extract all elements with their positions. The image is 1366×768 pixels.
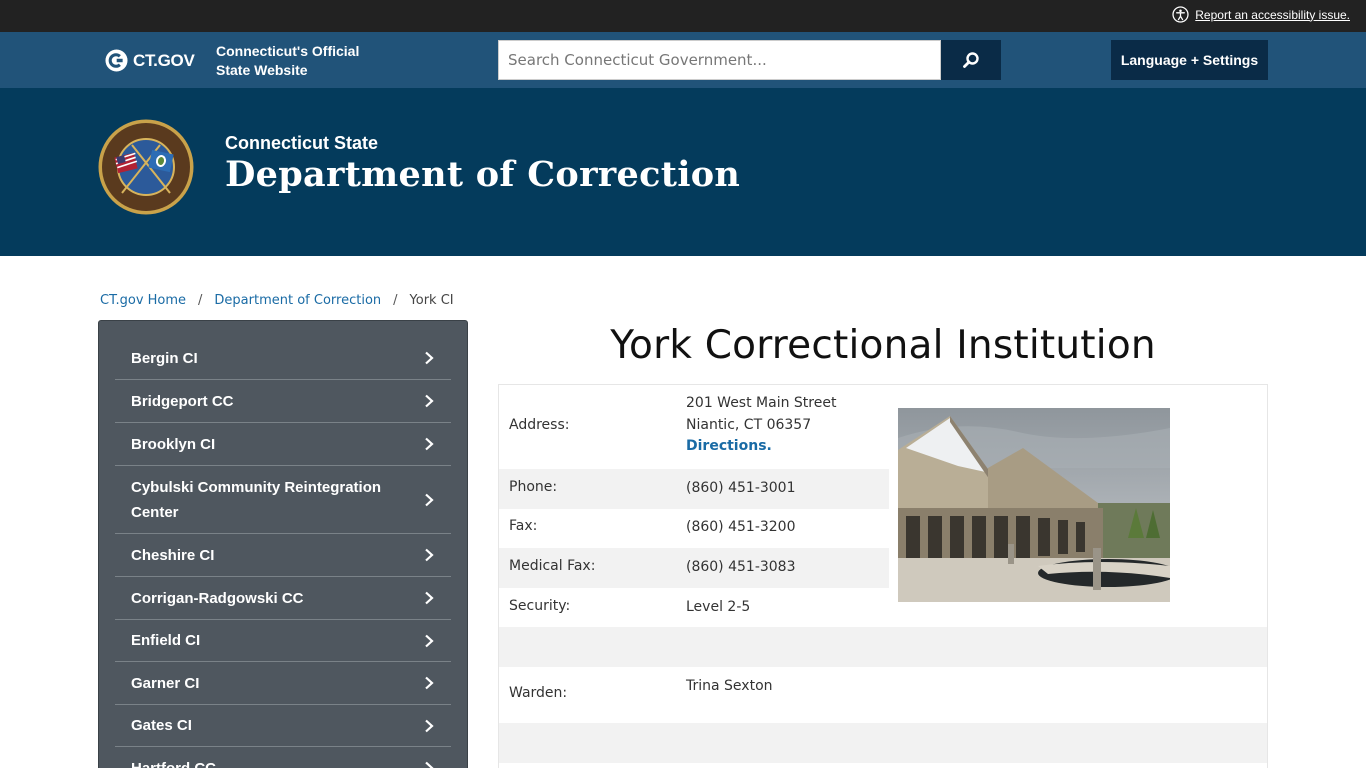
chevron-right-icon [425,719,434,732]
breadcrumb-separator: / [198,293,203,308]
facility-photo [898,408,1170,602]
tagline-line2: State Website [216,62,308,78]
search-icon [963,52,979,68]
address-row: Address: 201 West Main Street Niantic, C… [499,385,889,469]
warden-label: Warden: [509,685,568,701]
site-header: CT.GOV Connecticut's Official State Webs… [0,32,1366,88]
spacer-row [499,627,1267,667]
medical-fax-value: (860) 451-3083 [686,559,796,575]
chevron-right-icon [425,676,434,690]
sidebar-item-label: Cybulski Community Reintegration Center [131,478,382,521]
facility-sidebar-nav: Bergin CI Bridgeport CC Brooklyn CI Cybu… [98,320,468,768]
chevron-right-icon [425,548,434,562]
warden-row: Warden: Trina Sexton [499,667,889,723]
accessibility-icon [1172,6,1189,23]
breadcrumb-separator: / [393,293,398,308]
top-utility-bar: Report an accessibility issue. [0,0,1366,32]
breadcrumb-home-link[interactable]: CT.gov Home [100,293,186,308]
logo-text: CT.GOV [133,50,195,70]
chevron-right-icon [425,591,434,605]
breadcrumb-dept-link[interactable]: Department of Correction [214,293,381,308]
sidebar-item-label: Gates CI [131,717,192,734]
phone-value: (860) 451-3001 [686,480,796,496]
sidebar-item-cheshire-ci[interactable]: Cheshire CI [115,534,451,577]
sidebar-item-label: Hartford CC [131,759,216,768]
chevron-right-icon [425,761,434,768]
page-title: York Correctional Institution [610,323,1156,368]
security-label: Security: [509,598,571,614]
ct-gov-logo[interactable]: CT.GOV [105,49,195,72]
search-form [498,40,1001,80]
address-value: 201 West Main Street Niantic, CT 06357 D… [686,393,836,458]
phone-label: Phone: [509,479,558,495]
doc-seal-icon [98,119,194,215]
search-button[interactable] [941,40,1001,80]
chevron-right-icon [425,634,434,647]
spacer-row [499,723,1267,763]
sidebar-item-hartford-cc[interactable]: Hartford CC [115,747,451,768]
sidebar-item-cybulski[interactable]: Cybulski Community Reintegration Center [115,466,451,534]
address-line2: Niantic, CT 06357 [686,416,812,433]
chevron-right-icon [425,394,434,408]
sidebar-item-bergin-ci[interactable]: Bergin CI [115,337,451,380]
sidebar-item-bridgeport-cc[interactable]: Bridgeport CC [115,380,451,423]
sidebar-item-label: Cheshire CI [131,546,215,564]
security-row: Security: Level 2-5 [499,588,889,627]
tagline-line1: Connecticut's Official [216,43,360,59]
accessibility-link[interactable]: Report an accessibility issue. [1195,8,1350,22]
banner-subtitle: Connecticut State [225,133,379,153]
sidebar-item-label: Garner CI [131,674,200,692]
warden-value: Trina Sexton [686,678,773,694]
site-tagline: Connecticut's Official State Website [216,42,386,80]
sidebar-item-label: Corrigan-Radgowski CC [131,589,304,607]
ct-logo-icon [105,49,128,72]
directions-link[interactable]: Directions. [686,438,772,454]
search-input[interactable] [498,40,941,80]
banner-title: Department of Correction [225,154,741,195]
fax-row: Fax: (860) 451-3200 [499,509,889,548]
medical-fax-row: Medical Fax: (860) 451-3083 [499,548,889,588]
sidebar-item-garner-ci[interactable]: Garner CI [115,662,451,705]
breadcrumb: CT.gov Home / Department of Correction /… [100,293,454,308]
sidebar-item-label: Bergin CI [131,349,198,367]
chevron-right-icon [425,437,434,451]
sidebar-item-enfield-ci[interactable]: Enfield CI [115,620,451,662]
sidebar-item-label: Enfield CI [131,632,201,649]
sidebar-item-label: Bridgeport CC [131,392,234,410]
fax-label: Fax: [509,518,538,534]
accessibility-report[interactable]: Report an accessibility issue. [1172,6,1350,23]
breadcrumb-current: York CI [409,293,454,308]
sidebar-item-corrigan-radgowski-cc[interactable]: Corrigan-Radgowski CC [115,577,451,620]
security-value: Level 2-5 [686,599,751,615]
chevron-right-icon [425,351,434,365]
chevron-right-icon [425,493,434,506]
medical-fax-label: Medical Fax: [509,558,596,574]
sidebar-item-brooklyn-ci[interactable]: Brooklyn CI [115,423,451,466]
agency-banner: Connecticut State Department of Correcti… [0,88,1366,256]
sidebar-item-label: Brooklyn CI [131,435,216,453]
address-line1: 201 West Main Street [686,395,837,411]
facility-info-panel: Address: 201 West Main Street Niantic, C… [498,384,1268,768]
address-label: Address: [509,417,570,433]
fax-value: (860) 451-3200 [686,519,796,535]
sidebar-item-gates-ci[interactable]: Gates CI [115,705,451,747]
language-settings-button[interactable]: Language + Settings [1111,40,1268,80]
phone-row: Phone: (860) 451-3001 [499,469,889,509]
